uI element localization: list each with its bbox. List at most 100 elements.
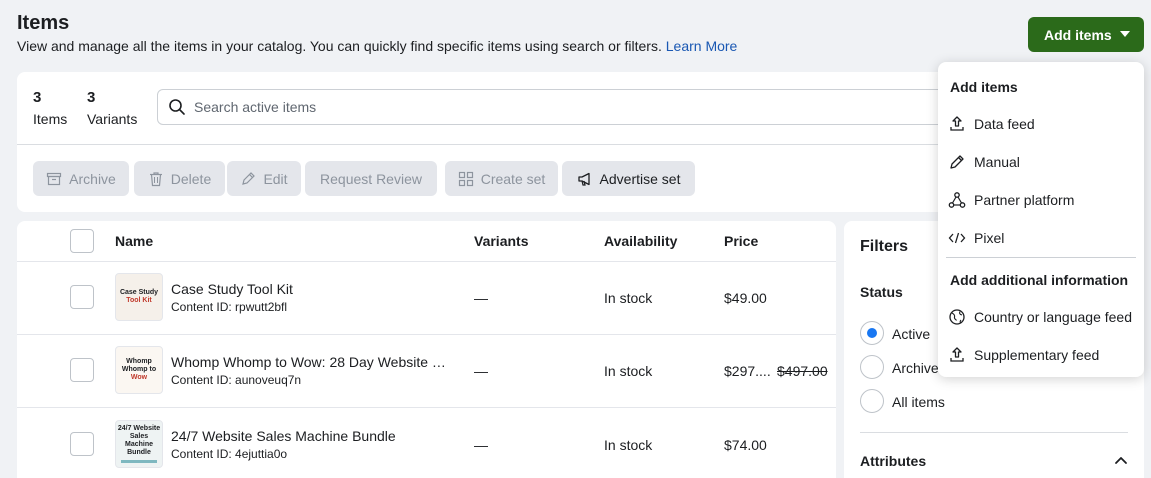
column-header-variants[interactable]: Variants <box>474 233 528 249</box>
connections-icon <box>948 192 966 208</box>
product-thumbnail: 24/7 Website Sales Machine Bundle <box>115 420 163 468</box>
row-checkbox[interactable] <box>70 285 94 309</box>
items-count-label: Items <box>33 111 68 127</box>
availability-cell: In stock <box>604 290 653 306</box>
filters-title: Filters <box>860 238 909 255</box>
thumbnail-text: Case Study <box>119 289 159 296</box>
variants-count: 3 <box>87 89 96 106</box>
items-stat: 3 Items <box>33 89 67 128</box>
page-subtitle-text: View and manage all the items in your ca… <box>17 38 662 54</box>
menu-item-label: Partner platform <box>974 192 1075 208</box>
caret-down-icon <box>1120 31 1130 37</box>
menu-section-title: Add additional information <box>950 272 1129 288</box>
item-name[interactable]: Case Study Tool Kit <box>171 281 293 297</box>
catalog-toolbar-card: 3 Items 3 Variants Archive Delete Edit R… <box>17 72 957 212</box>
attributes-label[interactable]: Attributes <box>860 453 926 469</box>
add-items-button[interactable]: Add items <box>1028 17 1144 52</box>
items-table: Name Variants Availability Price Case St… <box>17 221 836 478</box>
add-items-label: Add items <box>1044 26 1112 43</box>
pencil-icon <box>950 155 964 169</box>
menu-item-country-language-feed[interactable]: Country or language feed <box>938 301 1144 333</box>
item-name[interactable]: Whomp Whomp to Wow: 28 Day Website Co... <box>171 354 456 370</box>
page-title: Items <box>17 12 70 34</box>
menu-item-label: Country or language feed <box>974 309 1132 325</box>
status-radio-archive[interactable] <box>860 355 884 379</box>
learn-more-link[interactable]: Learn More <box>666 38 738 54</box>
menu-item-supplementary-feed[interactable]: Supplementary feed <box>938 339 1144 371</box>
menu-item-label: Data feed <box>974 116 1035 132</box>
request-review-button[interactable]: Request Review <box>305 161 437 196</box>
availability-cell: In stock <box>604 437 653 453</box>
edit-button[interactable]: Edit <box>227 161 301 196</box>
advertise-set-button[interactable]: Advertise set <box>562 161 695 196</box>
edit-label: Edit <box>263 170 288 187</box>
thumbnail-text: Wow <box>130 374 148 381</box>
thumbnail-text: Whomp Whomp to <box>121 358 157 373</box>
items-count: 3 <box>33 89 42 106</box>
upload-icon <box>950 116 964 131</box>
variants-cell: — <box>474 363 488 379</box>
availability-cell: In stock <box>604 363 653 379</box>
status-radio-all-items[interactable] <box>860 389 884 413</box>
thumbnail-decoration <box>121 460 157 463</box>
variants-cell: — <box>474 437 488 453</box>
menu-item-label: Supplementary feed <box>974 347 1100 363</box>
content-id: Content ID: aunoveuq7n <box>171 373 302 387</box>
delete-button[interactable]: Delete <box>134 161 225 196</box>
request-review-label: Request Review <box>320 170 422 187</box>
row-divider <box>17 407 836 408</box>
delete-label: Delete <box>170 170 212 187</box>
variants-count-label: Variants <box>87 111 138 127</box>
create-set-button[interactable]: Create set <box>445 161 558 196</box>
status-option-label[interactable]: Active <box>892 326 930 342</box>
price-cell: $49.00 <box>724 290 767 306</box>
search-input[interactable] <box>194 99 894 115</box>
add-items-menu: Add items Data feed Manual Partner platf… <box>938 62 1144 377</box>
content-id: Content ID: rpwutt2bfl <box>171 300 288 314</box>
item-name[interactable]: 24/7 Website Sales Machine Bundle <box>171 428 396 444</box>
status-radio-active[interactable] <box>860 321 884 345</box>
menu-item-data-feed[interactable]: Data feed <box>938 108 1144 140</box>
thumbnail-text: 24/7 Website Sales <box>117 425 161 440</box>
status-option-label[interactable]: Archive <box>892 360 939 376</box>
column-header-name[interactable]: Name <box>115 233 153 249</box>
original-price-cell: $497.00 <box>777 363 828 379</box>
content-id: Content ID: 4ejuttia0o <box>171 447 288 461</box>
menu-item-manual[interactable]: Manual <box>938 146 1144 178</box>
thumbnail-text: Machine Bundle <box>124 441 153 456</box>
pencil-icon <box>242 171 256 185</box>
menu-section-title: Add items <box>950 79 1018 95</box>
menu-divider <box>946 257 1136 258</box>
select-all-checkbox[interactable] <box>70 229 94 253</box>
code-icon <box>948 232 966 244</box>
archive-button[interactable]: Archive <box>33 161 129 196</box>
grid-icon <box>458 171 473 186</box>
menu-item-pixel[interactable]: Pixel <box>938 222 1144 254</box>
variants-stat: 3 Variants <box>87 89 137 128</box>
search-icon <box>169 99 185 115</box>
upload-icon <box>950 347 964 362</box>
menu-item-partner-platform[interactable]: Partner platform <box>938 184 1144 216</box>
megaphone-icon <box>577 172 590 186</box>
status-option-label[interactable]: All items <box>892 394 945 410</box>
search-box[interactable] <box>157 89 957 125</box>
page-subtitle: View and manage all the items in your ca… <box>17 38 737 54</box>
toolbar-divider <box>17 144 957 145</box>
menu-item-label: Pixel <box>974 230 1005 246</box>
thumbnail-text: Tool Kit <box>126 297 152 304</box>
row-checkbox[interactable] <box>70 358 94 382</box>
product-thumbnail: Whomp Whomp to Wow <box>115 346 163 394</box>
column-header-availability[interactable]: Availability <box>604 233 677 249</box>
status-label: Status <box>860 284 903 300</box>
globe-icon <box>949 309 965 325</box>
product-thumbnail: Case Study Tool Kit <box>115 273 163 321</box>
row-checkbox[interactable] <box>70 432 94 456</box>
sale-price-cell: $297.... <box>724 363 771 379</box>
column-header-price[interactable]: Price <box>724 233 758 249</box>
row-divider <box>17 334 836 335</box>
advertise-set-label: Advertise set <box>599 170 681 187</box>
price-cell: $74.00 <box>724 437 767 453</box>
variants-cell: — <box>474 290 488 306</box>
chevron-up-icon[interactable] <box>1114 455 1128 465</box>
row-divider <box>17 261 836 262</box>
